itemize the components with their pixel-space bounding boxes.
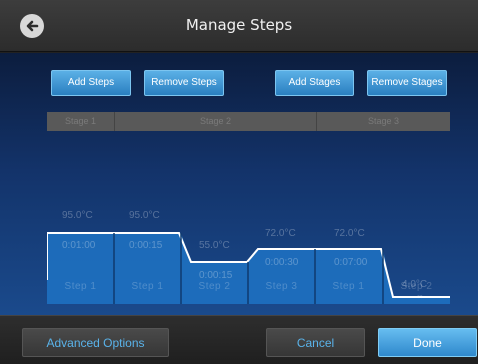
stage-header-2[interactable]: Stage 2 — [114, 112, 316, 131]
step-label[interactable]: Step 2 — [181, 281, 248, 292]
done-button[interactable]: Done — [378, 328, 477, 357]
step-temp[interactable]: 95.0°C — [62, 210, 93, 221]
step-label[interactable]: Step 1 — [114, 281, 181, 292]
add-stages-button[interactable]: Add Stages — [275, 70, 354, 96]
footer-bar: Advanced Options Cancel Done — [0, 315, 478, 364]
step-label[interactable]: Step 1 — [315, 281, 382, 292]
step-label[interactable]: Step 1 — [47, 281, 114, 292]
step-time[interactable]: ∞ — [417, 292, 423, 301]
title-bar: Manage Steps — [0, 0, 478, 52]
thermal-profile: 95.0°C 0:01:00 95.0°C 0:00:15 55.0°C 0:0… — [47, 132, 450, 304]
cancel-button[interactable]: Cancel — [266, 328, 365, 357]
step-label[interactable]: Step 2 — [383, 281, 450, 292]
step-temp[interactable]: 95.0°C — [129, 210, 160, 221]
advanced-options-button[interactable]: Advanced Options — [22, 328, 169, 357]
page-title: Manage Steps — [185, 16, 293, 34]
step-editor: Add Steps Remove Steps Add Stages Remove… — [0, 53, 478, 315]
profile-chart — [47, 232, 450, 304]
step-temp[interactable]: 55.0°C — [199, 240, 230, 251]
stage-header-3[interactable]: Stage 3 — [316, 112, 450, 131]
step-temp[interactable]: 72.0°C — [334, 228, 365, 239]
stage-header-1[interactable]: Stage 1 — [47, 112, 114, 131]
remove-steps-button[interactable]: Remove Steps — [144, 70, 224, 96]
step-time[interactable]: 0:00:15 — [199, 270, 232, 281]
step-time[interactable]: 0:00:15 — [129, 240, 162, 251]
step-time[interactable]: 0:00:30 — [265, 257, 298, 268]
step-time[interactable]: 0:07:00 — [334, 257, 367, 268]
remove-stages-button[interactable]: Remove Stages — [367, 70, 447, 96]
add-steps-button[interactable]: Add Steps — [51, 70, 131, 96]
step-temp[interactable]: 72.0°C — [265, 228, 296, 239]
step-label[interactable]: Step 3 — [248, 281, 315, 292]
step-time[interactable]: 0:01:00 — [62, 240, 95, 251]
